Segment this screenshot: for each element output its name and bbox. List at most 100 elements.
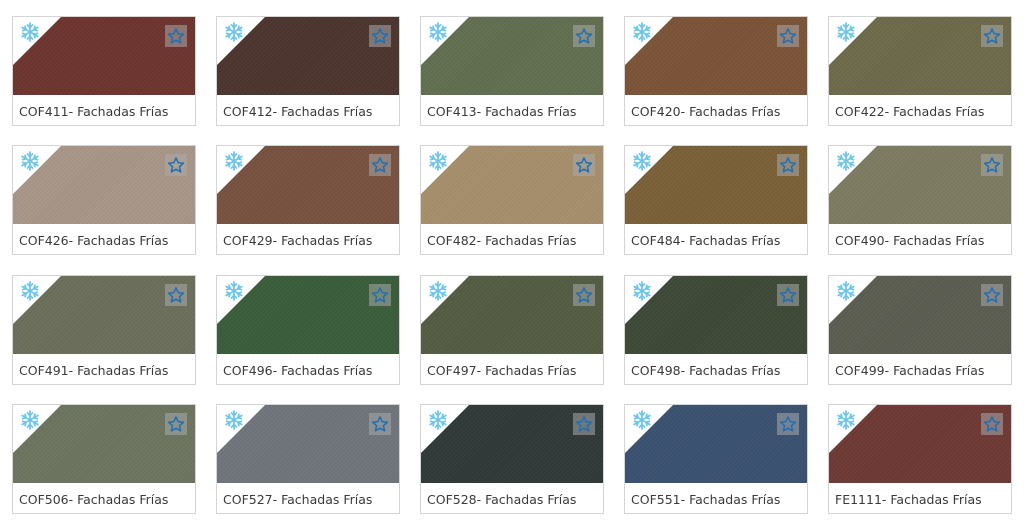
color-card[interactable]: COF506- Fachadas Frías: [12, 404, 196, 514]
product-label[interactable]: COF506- Fachadas Frías: [19, 492, 168, 507]
color-swatch[interactable]: [421, 276, 603, 354]
snowflake-icon: [421, 17, 469, 65]
product-label[interactable]: FE1111- Fachadas Frías: [835, 492, 982, 507]
product-label[interactable]: COF429- Fachadas Frías: [223, 233, 372, 248]
snowflake-icon: [625, 276, 673, 324]
color-card[interactable]: COF422- Fachadas Frías: [828, 16, 1012, 126]
snowflake-icon: [829, 146, 877, 194]
product-label[interactable]: COF420- Fachadas Frías: [631, 104, 780, 119]
favorite-star-outline-icon[interactable]: [369, 413, 391, 435]
snowflake-icon: [217, 17, 265, 65]
color-card[interactable]: COF411- Fachadas Frías: [12, 16, 196, 126]
color-swatch[interactable]: [421, 405, 603, 483]
color-swatch[interactable]: [829, 405, 1011, 483]
snowflake-icon: [829, 405, 877, 453]
favorite-star-outline-icon[interactable]: [981, 154, 1003, 176]
color-swatch[interactable]: [217, 146, 399, 224]
favorite-star-outline-icon[interactable]: [369, 284, 391, 306]
color-swatch[interactable]: [625, 146, 807, 224]
favorite-star-outline-icon[interactable]: [369, 154, 391, 176]
favorite-star-outline-icon[interactable]: [981, 25, 1003, 47]
product-label[interactable]: COF551- Fachadas Frías: [631, 492, 780, 507]
snowflake-icon: [13, 17, 61, 65]
snowflake-icon: [625, 405, 673, 453]
color-swatch[interactable]: [217, 405, 399, 483]
product-label[interactable]: COF499- Fachadas Frías: [835, 363, 984, 378]
color-swatch[interactable]: [421, 17, 603, 95]
color-card[interactable]: COF499- Fachadas Frías: [828, 275, 1012, 385]
product-grid: COF411- Fachadas Frías COF412- Fachadas F…: [0, 0, 1024, 526]
color-swatch[interactable]: [13, 276, 195, 354]
color-card[interactable]: COF490- Fachadas Frías: [828, 145, 1012, 255]
snowflake-icon: [13, 146, 61, 194]
product-label[interactable]: COF412- Fachadas Frías: [223, 104, 372, 119]
color-card[interactable]: COF429- Fachadas Frías: [216, 145, 400, 255]
snowflake-icon: [421, 405, 469, 453]
snowflake-icon: [217, 405, 265, 453]
color-card[interactable]: COF551- Fachadas Frías: [624, 404, 808, 514]
color-swatch[interactable]: [829, 146, 1011, 224]
favorite-star-outline-icon[interactable]: [573, 284, 595, 306]
color-card[interactable]: COF420- Fachadas Frías: [624, 16, 808, 126]
product-label[interactable]: COF422- Fachadas Frías: [835, 104, 984, 119]
product-label[interactable]: COF426- Fachadas Frías: [19, 233, 168, 248]
favorite-star-outline-icon[interactable]: [981, 284, 1003, 306]
favorite-star-outline-icon[interactable]: [165, 284, 187, 306]
color-card[interactable]: COF528- Fachadas Frías: [420, 404, 604, 514]
product-label[interactable]: COF528- Fachadas Frías: [427, 492, 576, 507]
color-card[interactable]: COF527- Fachadas Frías: [216, 404, 400, 514]
color-swatch[interactable]: [625, 17, 807, 95]
color-swatch[interactable]: [217, 276, 399, 354]
product-label[interactable]: COF491- Fachadas Frías: [19, 363, 168, 378]
snowflake-icon: [13, 276, 61, 324]
favorite-star-outline-icon[interactable]: [573, 413, 595, 435]
color-swatch[interactable]: [13, 405, 195, 483]
color-card[interactable]: COF484- Fachadas Frías: [624, 145, 808, 255]
snowflake-icon: [625, 17, 673, 65]
snowflake-icon: [625, 146, 673, 194]
product-label[interactable]: COF411- Fachadas Frías: [19, 104, 168, 119]
color-swatch[interactable]: [625, 276, 807, 354]
product-label[interactable]: COF484- Fachadas Frías: [631, 233, 780, 248]
color-swatch[interactable]: [829, 276, 1011, 354]
snowflake-icon: [13, 405, 61, 453]
snowflake-icon: [829, 276, 877, 324]
color-swatch[interactable]: [217, 17, 399, 95]
favorite-star-outline-icon[interactable]: [573, 25, 595, 47]
color-card[interactable]: COF496- Fachadas Frías: [216, 275, 400, 385]
product-label[interactable]: COF527- Fachadas Frías: [223, 492, 372, 507]
color-card[interactable]: COF491- Fachadas Frías: [12, 275, 196, 385]
color-swatch[interactable]: [13, 146, 195, 224]
color-swatch[interactable]: [625, 405, 807, 483]
favorite-star-outline-icon[interactable]: [777, 25, 799, 47]
snowflake-icon: [217, 146, 265, 194]
color-card[interactable]: COF426- Fachadas Frías: [12, 145, 196, 255]
product-label[interactable]: COF496- Fachadas Frías: [223, 363, 372, 378]
product-label[interactable]: COF413- Fachadas Frías: [427, 104, 576, 119]
favorite-star-outline-icon[interactable]: [777, 413, 799, 435]
favorite-star-outline-icon[interactable]: [573, 154, 595, 176]
favorite-star-outline-icon[interactable]: [165, 25, 187, 47]
favorite-star-outline-icon[interactable]: [777, 284, 799, 306]
product-label[interactable]: COF482- Fachadas Frías: [427, 233, 576, 248]
color-card[interactable]: COF413- Fachadas Frías: [420, 16, 604, 126]
snowflake-icon: [421, 146, 469, 194]
color-card[interactable]: COF498- Fachadas Frías: [624, 275, 808, 385]
product-label[interactable]: COF490- Fachadas Frías: [835, 233, 984, 248]
color-card[interactable]: COF482- Fachadas Frías: [420, 145, 604, 255]
color-card[interactable]: FE1111- Fachadas Frías: [828, 404, 1012, 514]
favorite-star-outline-icon[interactable]: [981, 413, 1003, 435]
color-swatch[interactable]: [13, 17, 195, 95]
product-label[interactable]: COF497- Fachadas Frías: [427, 363, 576, 378]
snowflake-icon: [421, 276, 469, 324]
product-label[interactable]: COF498- Fachadas Frías: [631, 363, 780, 378]
favorite-star-outline-icon[interactable]: [165, 413, 187, 435]
color-card[interactable]: COF497- Fachadas Frías: [420, 275, 604, 385]
snowflake-icon: [217, 276, 265, 324]
color-swatch[interactable]: [829, 17, 1011, 95]
color-swatch[interactable]: [421, 146, 603, 224]
favorite-star-outline-icon[interactable]: [369, 25, 391, 47]
favorite-star-outline-icon[interactable]: [165, 154, 187, 176]
color-card[interactable]: COF412- Fachadas Frías: [216, 16, 400, 126]
favorite-star-outline-icon[interactable]: [777, 154, 799, 176]
